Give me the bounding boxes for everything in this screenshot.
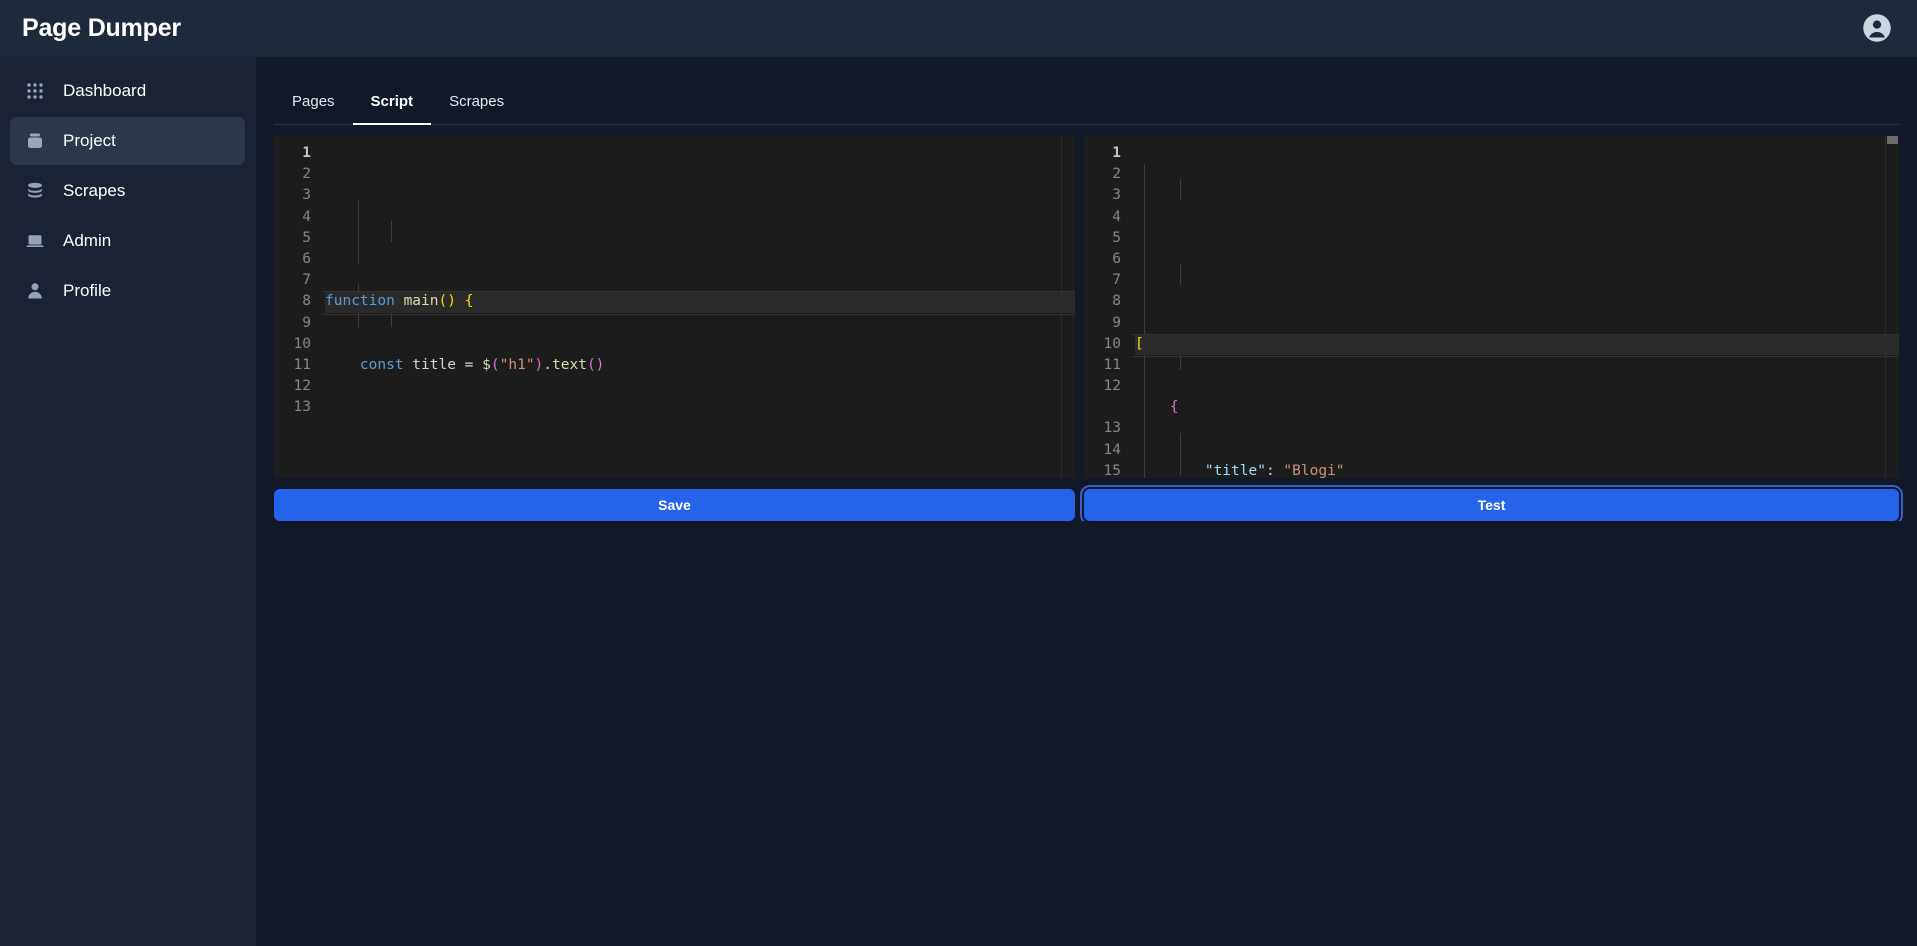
line-number: 7 (302, 272, 311, 289)
result-editor-scrollbar[interactable] (1886, 136, 1899, 478)
sidebar-item-label: Profile (63, 281, 112, 300)
line-number: 14 (1103, 441, 1121, 458)
top-bar: Page Dumper (0, 0, 1917, 57)
user-icon (24, 280, 46, 302)
line-number: 3 (302, 187, 311, 204)
line-number: 4 (302, 208, 311, 225)
tab-scrapes[interactable]: Scrapes (431, 79, 522, 125)
database-stack-icon (24, 180, 46, 202)
sidebar-item-label: Project (63, 131, 116, 150)
sidebar-item-dashboard[interactable]: Dashboard (10, 67, 245, 115)
content-filler (256, 521, 1917, 946)
line-number: 2 (1112, 166, 1121, 183)
result-editor-column: 1 2 3 4 5 6 7 8 9 10 11 12 13 14 15 [{… (1084, 136, 1899, 521)
code-line: [ (1132, 333, 1899, 358)
script-line-numbers: 1 2 3 4 5 6 7 8 9 10 11 12 13 (274, 136, 322, 478)
line-number: 1 (302, 145, 311, 161)
sidebar-item-label: Admin (63, 231, 112, 250)
line-number: 12 (1103, 378, 1121, 395)
app-title: Page Dumper (22, 13, 181, 42)
grid-dots-icon (24, 80, 46, 102)
line-number: 10 (1103, 335, 1121, 352)
sidebar-item-scrapes[interactable]: Scrapes (10, 167, 245, 215)
line-number: 15 (1103, 462, 1121, 478)
code-line: { (1169, 399, 1179, 416)
body-row: Dashboard Project Scrapes Admin Profile … (0, 57, 1917, 946)
script-code-text[interactable]: function main() { const title = $("h1").… (322, 136, 1075, 478)
tabs-container: Pages Script Scrapes (256, 57, 1917, 125)
tab-list: Pages Script Scrapes (274, 79, 1899, 125)
test-button[interactable]: Test (1084, 489, 1899, 521)
line-number: 13 (1103, 420, 1121, 437)
line-number: 9 (302, 314, 311, 331)
archive-box-icon (24, 130, 46, 152)
tab-script[interactable]: Script (352, 79, 432, 125)
script-editor-scrollbar[interactable] (1062, 136, 1075, 478)
save-button[interactable]: Save (274, 489, 1075, 521)
result-code-text[interactable]: [ { "title": "Blogi" }, { "title": "Proj… (1132, 136, 1899, 478)
line-number: 8 (1112, 293, 1121, 310)
line-number: 6 (1112, 250, 1121, 267)
line-number: 9 (1112, 314, 1121, 331)
sidebar: Dashboard Project Scrapes Admin Profile (0, 57, 256, 946)
code-line: function main() { (322, 291, 1075, 315)
script-code-editor[interactable]: 1 2 3 4 5 6 7 8 9 10 11 12 13 function m… (274, 136, 1075, 478)
line-number: 6 (302, 250, 311, 267)
line-number: 12 (293, 378, 311, 395)
user-circle-icon[interactable] (1859, 10, 1895, 46)
main-content: Pages Script Scrapes 1 2 3 4 5 6 7 8 9 1… (256, 57, 1917, 946)
line-number: 4 (1112, 208, 1121, 225)
sidebar-item-label: Dashboard (63, 81, 147, 100)
result-code-editor[interactable]: 1 2 3 4 5 6 7 8 9 10 11 12 13 14 15 [{… (1084, 136, 1899, 478)
code-line: "title": "Blogi" (1204, 463, 1345, 478)
laptop-icon (24, 230, 46, 252)
line-number: 5 (1112, 229, 1121, 246)
sidebar-item-profile[interactable]: Profile (10, 267, 245, 315)
sidebar-item-admin[interactable]: Admin (10, 217, 245, 265)
sidebar-item-project[interactable]: Project (10, 117, 245, 165)
line-number: 11 (293, 356, 311, 373)
line-number: 13 (293, 399, 311, 416)
app-root: Page Dumper Dashboard Project Scrapes Ad… (0, 0, 1917, 946)
line-number: 3 (1112, 187, 1121, 204)
line-number: 5 (302, 229, 311, 246)
line-number: 7 (1112, 272, 1121, 289)
script-editor-column: 1 2 3 4 5 6 7 8 9 10 11 12 13 function m… (274, 136, 1075, 521)
line-number: 2 (302, 166, 311, 183)
sidebar-item-label: Scrapes (63, 181, 126, 200)
result-line-numbers: 1 2 3 4 5 6 7 8 9 10 11 12 13 14 15 (1084, 136, 1132, 478)
line-number: 8 (302, 293, 311, 310)
line-number: 1 (1112, 145, 1121, 161)
code-line: const title = $("h1").text() (359, 357, 605, 374)
editors-row: 1 2 3 4 5 6 7 8 9 10 11 12 13 function m… (256, 125, 1917, 521)
tab-pages[interactable]: Pages (274, 79, 353, 125)
line-number: 11 (1103, 356, 1121, 373)
scrollbar-thumb[interactable] (1887, 136, 1898, 144)
line-number: 10 (293, 335, 311, 352)
